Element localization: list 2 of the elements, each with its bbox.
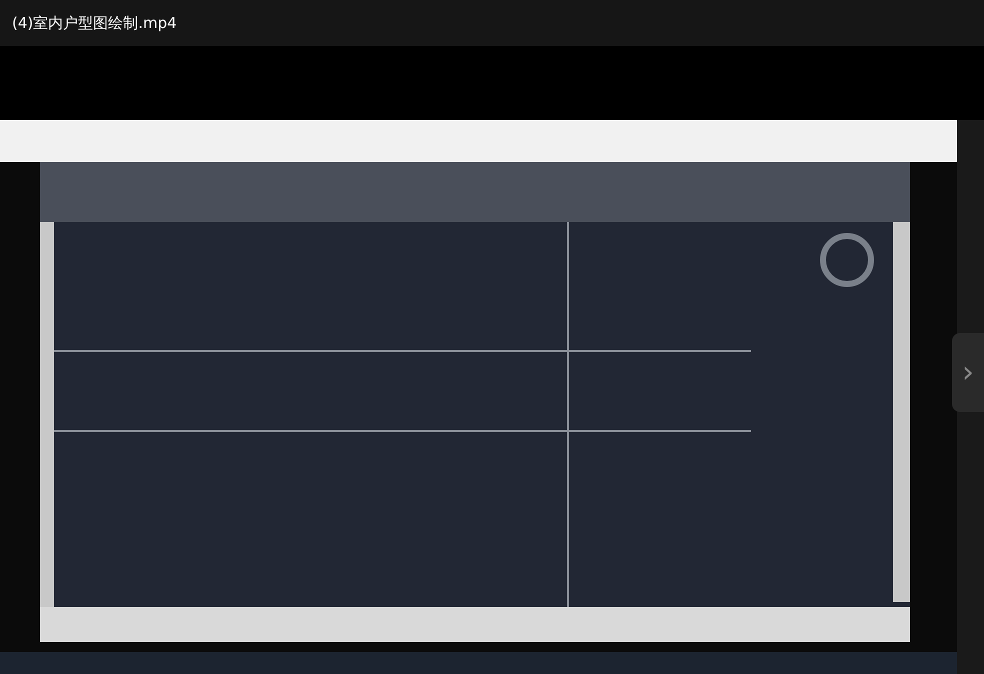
next-button[interactable]: ›: [952, 333, 984, 412]
video-title: (4)室内户型图绘制.mp4: [12, 14, 177, 32]
